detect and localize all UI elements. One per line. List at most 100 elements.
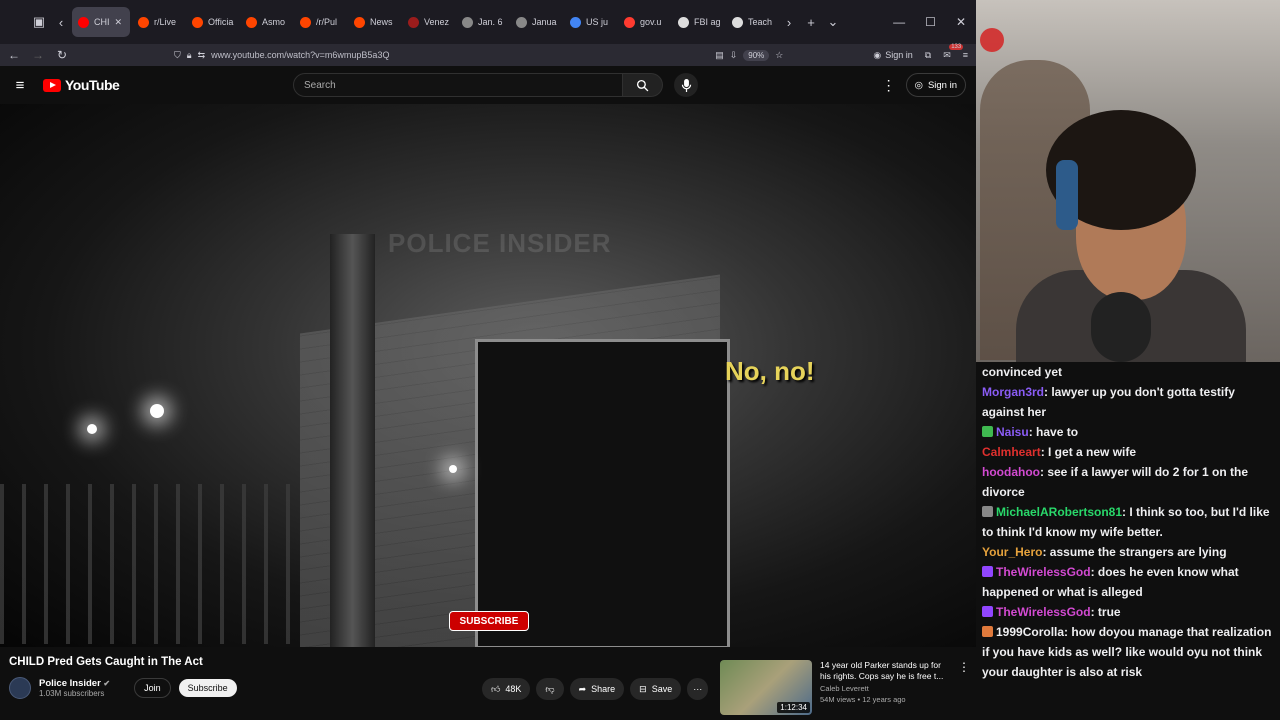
youtube-signin-button[interactable]: ◎ Sign in — [905, 73, 966, 97]
share-button[interactable]: ➦ Share — [569, 678, 625, 700]
lock-icon: 🔒︎ — [186, 49, 192, 60]
close-window-icon[interactable]: ✕ — [956, 15, 966, 29]
tab-label: Asmo — [262, 17, 286, 27]
video-title: CHILD Pred Gets Caught in The Act — [9, 656, 203, 668]
chat-username[interactable]: 1999Corolla — [996, 625, 1064, 639]
chat-message: TheWirelessGod: does he even know what h… — [982, 562, 1274, 602]
tab-favicon-icon — [624, 16, 635, 28]
chat-message: Calmheart: I get a new wife — [982, 442, 1274, 462]
webcam-microphone — [1091, 292, 1151, 362]
address-bar[interactable]: ⛉ 🔒︎ ⇆ www.youtube.com/watch?v=m6wmupB5a… — [174, 49, 873, 61]
channel-name[interactable]: Police Insider — [39, 678, 101, 689]
chat-username[interactable]: Naisu — [996, 425, 1029, 439]
chat-message: convinced yet — [982, 362, 1274, 382]
like-button[interactable]: 👍︎ 48K — [482, 678, 531, 700]
tab-label: gov.u — [640, 17, 662, 27]
minimize-icon[interactable]: — — [893, 15, 905, 29]
browser-tab[interactable]: Jan. 6 — [456, 7, 508, 37]
tab-label: Janua — [532, 17, 557, 27]
browser-tab[interactable]: CHI ✕ — [72, 7, 130, 37]
browser-tab[interactable]: r/Live — [132, 7, 184, 37]
more-horizontal-icon: ··· — [693, 684, 703, 694]
browser-tab[interactable]: US ju — [564, 7, 616, 37]
browser-tab[interactable]: Janua — [510, 7, 562, 37]
chat-username[interactable]: TheWirelessGod — [996, 605, 1091, 619]
chat-message: hoodahoo: see if a lawyer will do 2 for … — [982, 462, 1274, 502]
chat-username[interactable]: Your_Hero — [982, 545, 1042, 559]
microphone-icon — [681, 78, 691, 92]
back-icon[interactable]: ← — [2, 48, 26, 62]
recommended-title[interactable]: 14 year old Parker stands up for his rig… — [820, 660, 950, 682]
video-info: CHILD Pred Gets Caught in The Act Police… — [0, 647, 976, 720]
hamburger-menu-icon[interactable]: ≡ — [0, 77, 40, 94]
video-light — [87, 424, 97, 434]
dislike-button[interactable]: 👎︎ — [536, 678, 564, 700]
save-button[interactable]: ⊟ Save — [630, 678, 682, 700]
browser-tab[interactable]: Officia — [186, 7, 238, 37]
streamer-webcam — [976, 0, 1280, 362]
url-text[interactable]: www.youtube.com/watch?v=m6wmupB5a3Q — [211, 50, 389, 60]
chat-text: : have to — [1028, 425, 1079, 439]
chat-badge-icon — [982, 426, 993, 437]
video-watermark: POLICE INSIDER — [388, 228, 612, 258]
chat-username[interactable]: Calmheart — [982, 445, 1041, 459]
join-button[interactable]: Join — [134, 678, 171, 698]
subscribe-overlay-button[interactable]: SUBSCRIBE — [449, 611, 529, 631]
save-label: Save — [651, 684, 673, 694]
youtube-brand-text: YouTube — [65, 77, 120, 93]
browser-account-button[interactable]: ◉ Sign in — [873, 50, 912, 61]
maximize-icon[interactable]: ☐ — [925, 15, 936, 29]
browser-tab[interactable]: Venez — [402, 7, 454, 37]
recommended-meta: 54M views • 12 years ago — [820, 695, 906, 704]
tab-label: Officia — [208, 17, 234, 27]
reload-icon[interactable]: ↻ — [50, 48, 74, 62]
tab-scroll-left-icon[interactable]: ‹ — [50, 11, 72, 33]
recommended-menu-icon[interactable]: ⋮ — [958, 660, 970, 716]
zoom-level[interactable]: 90% — [743, 49, 770, 61]
recommended-channel: Caleb Leverett — [820, 684, 869, 693]
user-circle-icon: ◎ — [914, 79, 923, 91]
extensions-icon[interactable]: ⧉ — [925, 50, 931, 61]
recommended-video[interactable]: 1:12:34 14 year old Parker stands up for… — [720, 660, 970, 716]
youtube-logo[interactable]: YouTube — [43, 77, 120, 93]
tab-scroll-right-icon[interactable]: › — [778, 11, 800, 33]
tab-favicon-icon — [246, 16, 257, 28]
tab-list-icon[interactable]: ⌄ — [822, 11, 844, 33]
stream-chat: convinced yet Morgan3rd: lawyer up you do… — [976, 362, 1280, 720]
chat-username[interactable]: TheWirelessGod — [996, 565, 1091, 579]
browser-tab[interactable]: /r/Pul — [294, 7, 346, 37]
video-player[interactable]: POLICE INSIDER No, no! SUBSCRIBE — [0, 104, 976, 647]
browser-tab[interactable]: FBI ag — [672, 7, 724, 37]
tab-favicon-icon — [192, 16, 203, 28]
chat-username[interactable]: MichaelARobertson81 — [996, 505, 1122, 519]
chat-badge-icon — [982, 626, 993, 637]
settings-kebab-icon[interactable]: ⋮ — [882, 77, 896, 94]
notifications-icon[interactable]: ✉ 133 — [943, 43, 964, 61]
search-input[interactable]: Search — [293, 73, 623, 97]
tab-overview-icon[interactable]: ▣ — [28, 11, 50, 33]
bookmark-icon: ⊟ — [639, 683, 647, 694]
more-actions-button[interactable]: ··· — [687, 678, 709, 700]
chat-message: Your_Hero: assume the strangers are lyin… — [982, 542, 1274, 562]
new-tab-icon[interactable]: + — [800, 11, 822, 33]
channel-avatar[interactable] — [9, 677, 31, 699]
bookmark-star-icon[interactable]: ☆ — [775, 50, 783, 61]
chat-badge-icon — [982, 566, 993, 577]
close-tab-icon[interactable]: ✕ — [115, 17, 123, 28]
chat-username[interactable]: hoodahoo — [982, 465, 1040, 479]
reader-icon[interactable]: ▤ — [715, 50, 724, 61]
chat-username[interactable]: Morgan3rd — [982, 385, 1044, 399]
chat-badge-icon — [982, 606, 993, 617]
browser-tab[interactable]: News — [348, 7, 400, 37]
recommended-thumbnail[interactable]: 1:12:34 — [720, 660, 812, 715]
thumbs-up-icon: 👍︎ — [491, 683, 501, 694]
browser-tab[interactable]: Teach — [726, 7, 778, 37]
search-button[interactable] — [623, 73, 663, 97]
browser-tab[interactable]: gov.u — [618, 7, 670, 37]
app-menu-icon[interactable]: ≡ — [963, 50, 968, 60]
voice-search-button[interactable] — [674, 73, 698, 97]
subscribe-button[interactable]: Subscribe — [178, 679, 237, 697]
browser-tab[interactable]: Asmo — [240, 7, 292, 37]
forward-icon[interactable]: → — [26, 48, 50, 62]
download-icon[interactable]: ⇩ — [730, 50, 738, 61]
